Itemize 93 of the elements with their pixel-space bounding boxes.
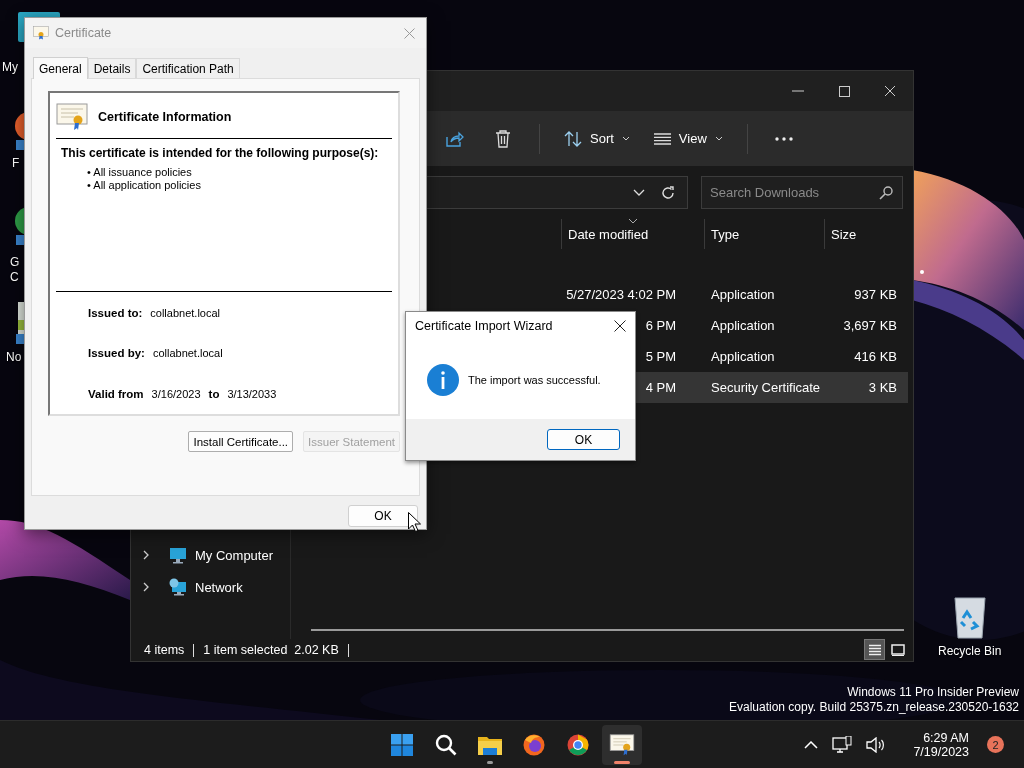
share-icon: [446, 130, 464, 147]
maximize-icon: [838, 85, 850, 97]
purpose-item: • All application policies: [87, 179, 202, 192]
tiles-view-icon: [890, 643, 905, 656]
desktop-icon-label: My: [2, 60, 18, 74]
field-value: 3/13/2033: [227, 387, 277, 400]
column-header[interactable]: Type: [704, 219, 824, 249]
certificate-icon: [33, 26, 49, 40]
install-button[interactable]: Install Certificate...: [188, 431, 294, 452]
certificate-icon: [56, 103, 88, 131]
desktop-icon-label: G: [10, 255, 20, 269]
window-title: Certificate Import Wizard: [415, 319, 554, 333]
table-cell-text: Application: [710, 349, 776, 364]
date-text: 7/19/2023: [913, 744, 969, 759]
sort-button[interactable]: Sort: [556, 121, 638, 156]
view-toggle[interactable]: [864, 639, 885, 660]
column-header[interactable]: Date modified: [561, 219, 704, 249]
field-label: to: [208, 387, 220, 400]
info-icon: [427, 363, 459, 396]
browser-icon: [567, 733, 589, 756]
speaker-icon: [866, 736, 885, 753]
folder-icon: [478, 734, 502, 755]
recycle-bin-icon[interactable]: [951, 596, 988, 640]
table-cell: 5 PM: [645, 349, 676, 364]
purpose-heading: This certificate is intended for the following purpose(s):: [61, 146, 380, 160]
details-view-icon: [867, 643, 882, 656]
chevron-right-icon: [143, 550, 149, 560]
more-icon: [774, 136, 793, 141]
close-icon: [614, 320, 626, 332]
view-button[interactable]: View: [645, 121, 731, 156]
close-icon: [884, 85, 896, 97]
field-label: Issued to:: [88, 307, 143, 320]
window-title: Certificate: [55, 26, 113, 40]
table-cell-text: 3 KB: [867, 380, 898, 395]
tab[interactable]: Details: [87, 58, 137, 78]
field-label: Issued by:: [88, 347, 145, 360]
field-value: 3/16/2023: [151, 387, 201, 400]
desktop-icon-label: C: [10, 270, 19, 284]
table-cell: 4 PM: [645, 380, 676, 395]
field-value: collabnet.local: [152, 347, 223, 360]
browser-icon: [523, 733, 545, 756]
monitor-icon: [169, 546, 187, 564]
scrollbar[interactable]: [311, 629, 904, 631]
table-cell: 5/27/2023 4:02 PM: [566, 287, 676, 302]
tab[interactable]: General: [33, 57, 88, 79]
watermark-text: Windows 11 Pro Insider Preview: [847, 685, 1019, 700]
section-heading: Certificate Information: [98, 110, 232, 124]
search-icon: [435, 733, 457, 756]
message-text: The import was successful.: [468, 373, 601, 386]
desktop-icon-label: F: [12, 156, 20, 170]
chevron-down-icon: [621, 136, 630, 141]
chevron-down-icon: [714, 136, 723, 141]
time-text: 6:29 AM: [923, 730, 969, 745]
minimize-icon: [792, 90, 804, 92]
field-value: collabnet.local: [150, 307, 221, 320]
trash-icon: [495, 129, 511, 148]
ok-button[interactable]: OK: [547, 429, 620, 450]
sidebar-item[interactable]: Network: [131, 571, 290, 603]
sort-icon: [564, 130, 582, 147]
tab[interactable]: Certification Path: [136, 58, 240, 78]
network-icon: [169, 578, 187, 596]
chevron-down-icon: [633, 189, 645, 196]
status-text: 4 items: [144, 643, 195, 657]
field-label: Valid from: [88, 387, 144, 400]
purpose-item: • All issuance policies: [87, 166, 193, 179]
sidebar-item[interactable]: My Computer: [131, 539, 290, 571]
search-field[interactable]: Search Downloads: [701, 176, 903, 209]
status-text: 1 item selected 2.02 KB: [203, 643, 349, 657]
notification-badge[interactable]: 2: [987, 736, 1004, 753]
close-icon: [403, 27, 415, 39]
certificate-icon: [609, 733, 635, 756]
watermark-text: Evaluation copy. Build 25375.zn_release.230520-1632: [729, 700, 1019, 715]
network-icon: [832, 735, 853, 754]
table-cell-text: 937 KB: [853, 287, 898, 302]
desktop-icon-label: Recycle Bin: [938, 644, 1002, 658]
taskbar-button[interactable]: [602, 724, 642, 765]
chevron-up-icon: [804, 740, 819, 749]
desktop-icon-label: No: [6, 350, 22, 364]
ok-button[interactable]: OK: [348, 504, 418, 527]
table-cell-text: 416 KB: [853, 349, 898, 364]
view-icon: [653, 132, 671, 145]
table-cell: 6 PM: [645, 318, 676, 333]
column-header[interactable]: Size: [824, 219, 906, 249]
start-icon: [391, 733, 413, 756]
table-cell-text: 3,697 KB: [842, 318, 898, 333]
search-icon: [879, 186, 893, 200]
table-cell-text: Application: [710, 287, 776, 302]
chevron-right-icon: [143, 582, 149, 592]
clock[interactable]: 6:29 AM 7/19/2023: [909, 730, 973, 759]
table-cell-text: Security Certificate: [710, 380, 822, 395]
mouse-cursor-icon: [408, 512, 421, 532]
refresh-icon: [661, 185, 675, 200]
table-cell-text: Application: [710, 318, 776, 333]
